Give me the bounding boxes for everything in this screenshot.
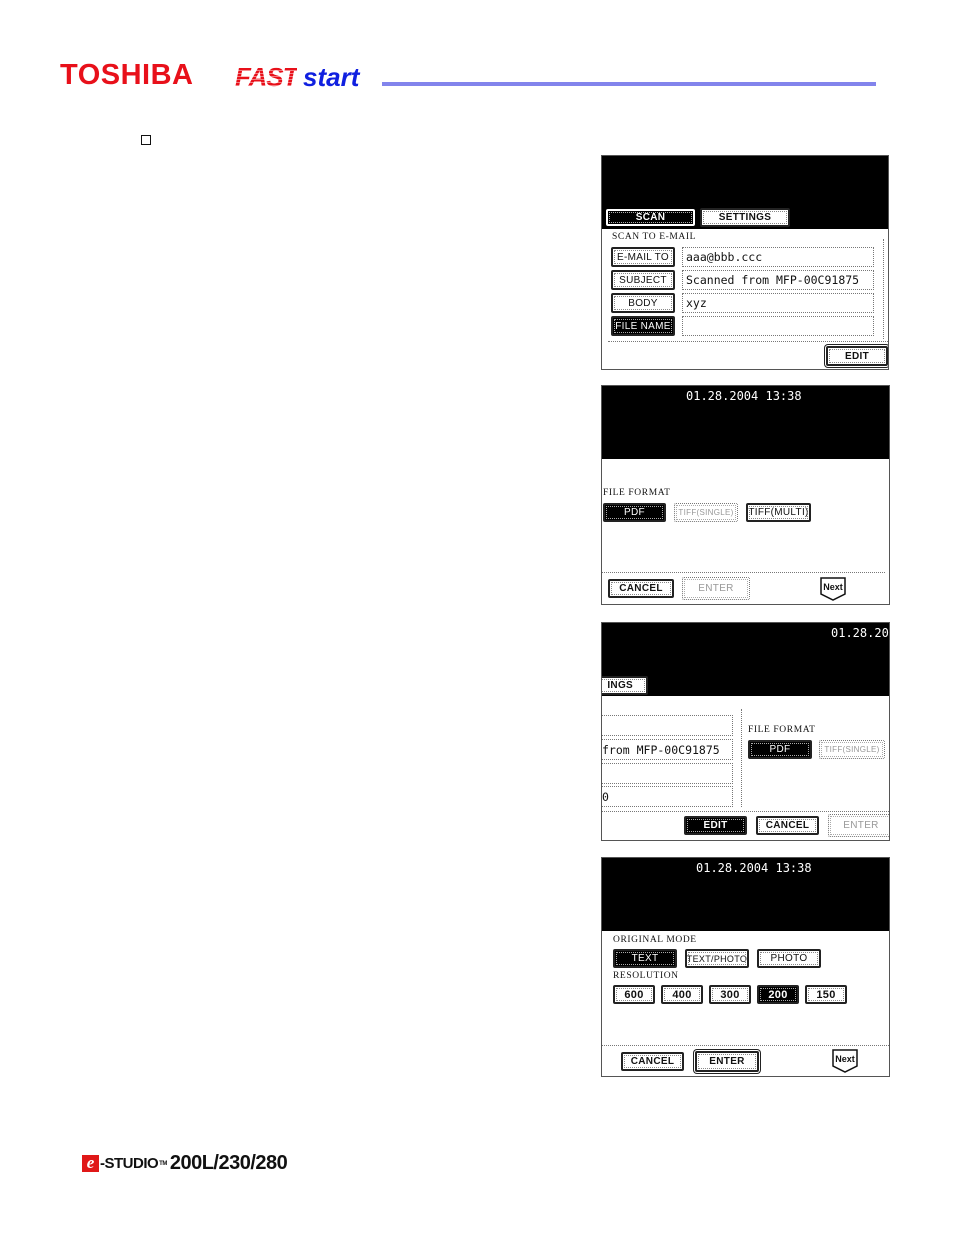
resolution-400-button[interactable]: 400 xyxy=(661,985,703,1004)
edit-button[interactable]: EDIT xyxy=(684,816,747,835)
cancel-button[interactable]: CANCEL xyxy=(621,1052,684,1071)
resolution-300-button[interactable]: 300 xyxy=(709,985,751,1004)
next-arrow-icon: Next xyxy=(820,577,846,601)
format-tiff-single-button: TIFF(SINGLE) xyxy=(819,740,885,759)
faststart-logo-start: start xyxy=(303,62,360,92)
mode-photo-button[interactable]: PHOTO xyxy=(757,949,821,968)
scan-to-email-screen: SCAN SETTINGS SCAN TO E-MAIL E-MAIL TO a… xyxy=(601,155,889,370)
edit-button[interactable]: EDIT xyxy=(826,346,888,366)
format-pdf-button[interactable]: PDF xyxy=(603,503,666,522)
datetime: 01.28.2004 13:38 xyxy=(686,389,802,403)
mode-text-photo-button[interactable]: TEXT/PHOTO xyxy=(685,949,749,968)
mode-resolution-screen: 01.28.2004 13:38 ORIGINAL MODE TEXT TEXT… xyxy=(601,857,890,1077)
studio-wordmark: -STUDIO xyxy=(100,1155,159,1172)
header-rule xyxy=(382,82,876,86)
section-title: SCAN TO E-MAIL xyxy=(612,232,697,242)
datetime: 01.28.20 xyxy=(831,626,889,640)
divider xyxy=(608,341,888,342)
next-arrow-icon: Next xyxy=(832,1049,858,1073)
divider xyxy=(602,1045,889,1046)
model-numbers: 200L/230/280 xyxy=(169,1152,288,1174)
faststart-logo-fast: FAST xyxy=(235,62,298,92)
email-to-button[interactable]: E-MAIL TO xyxy=(611,247,675,267)
email-to-field[interactable] xyxy=(602,715,733,736)
next-button[interactable]: Next xyxy=(832,1049,858,1073)
resolution-150-button[interactable]: 150 xyxy=(805,985,847,1004)
format-tiff-multi-button[interactable]: TIFF(MULTI) xyxy=(746,503,811,522)
file-name-field[interactable] xyxy=(682,316,874,336)
edit-file-format-screen: 01.28.20 INGS from MFP-00C91875 0 FILE F… xyxy=(601,622,890,841)
cancel-button[interactable]: CANCEL xyxy=(756,816,819,835)
e-logo-mark: e xyxy=(82,1154,99,1172)
file-name-field[interactable]: 0 xyxy=(602,786,733,807)
tab-settings[interactable]: INGS xyxy=(602,676,648,695)
enter-button: ENTER xyxy=(682,577,750,600)
subject-button[interactable]: SUBJECT xyxy=(611,270,675,290)
body-field[interactable]: xyz xyxy=(682,293,874,313)
resolution-label: RESOLUTION xyxy=(613,971,679,981)
estudio-logo: e -STUDIO TM 200L/230/280 xyxy=(82,1152,288,1175)
svg-text:Next: Next xyxy=(823,582,843,592)
toshiba-logo: TOSHIBA xyxy=(60,59,194,91)
resolution-600-button[interactable]: 600 xyxy=(613,985,655,1004)
tab-scan[interactable]: SCAN xyxy=(606,209,695,226)
file-format-label: FILE FORMAT xyxy=(603,488,671,498)
original-mode-label: ORIGINAL MODE xyxy=(613,935,697,945)
divider xyxy=(883,239,884,339)
enter-button: ENTER xyxy=(828,814,889,837)
divider xyxy=(741,709,742,807)
mode-text-button[interactable]: TEXT xyxy=(613,949,677,968)
file-format-label: FILE FORMAT xyxy=(748,725,816,735)
svg-text:Next: Next xyxy=(835,1054,855,1064)
datetime: 01.28.2004 13:38 xyxy=(696,861,812,875)
enter-button[interactable]: ENTER xyxy=(695,1051,759,1072)
trademark: TM xyxy=(159,1160,167,1167)
cancel-button[interactable]: CANCEL xyxy=(608,579,674,598)
divider xyxy=(602,811,889,812)
tab-settings[interactable]: SETTINGS xyxy=(700,208,790,227)
email-to-field[interactable]: aaa@bbb.ccc xyxy=(682,247,874,267)
file-format-screen: 01.28.2004 13:38 FILE FORMAT PDF TIFF(SI… xyxy=(601,385,890,605)
next-button[interactable]: Next xyxy=(820,577,846,601)
resolution-200-button[interactable]: 200 xyxy=(757,985,799,1004)
format-pdf-button[interactable]: PDF xyxy=(748,740,812,759)
divider xyxy=(602,572,885,573)
file-name-button[interactable]: FILE NAME xyxy=(611,316,675,336)
body-button[interactable]: BODY xyxy=(611,293,675,313)
format-tiff-single-button: TIFF(SINGLE) xyxy=(674,503,738,522)
body-field[interactable] xyxy=(602,763,733,784)
checkbox-icon xyxy=(141,135,151,145)
subject-field[interactable]: Scanned from MFP-00C91875 xyxy=(682,270,874,290)
subject-field[interactable]: from MFP-00C91875 xyxy=(602,739,733,760)
